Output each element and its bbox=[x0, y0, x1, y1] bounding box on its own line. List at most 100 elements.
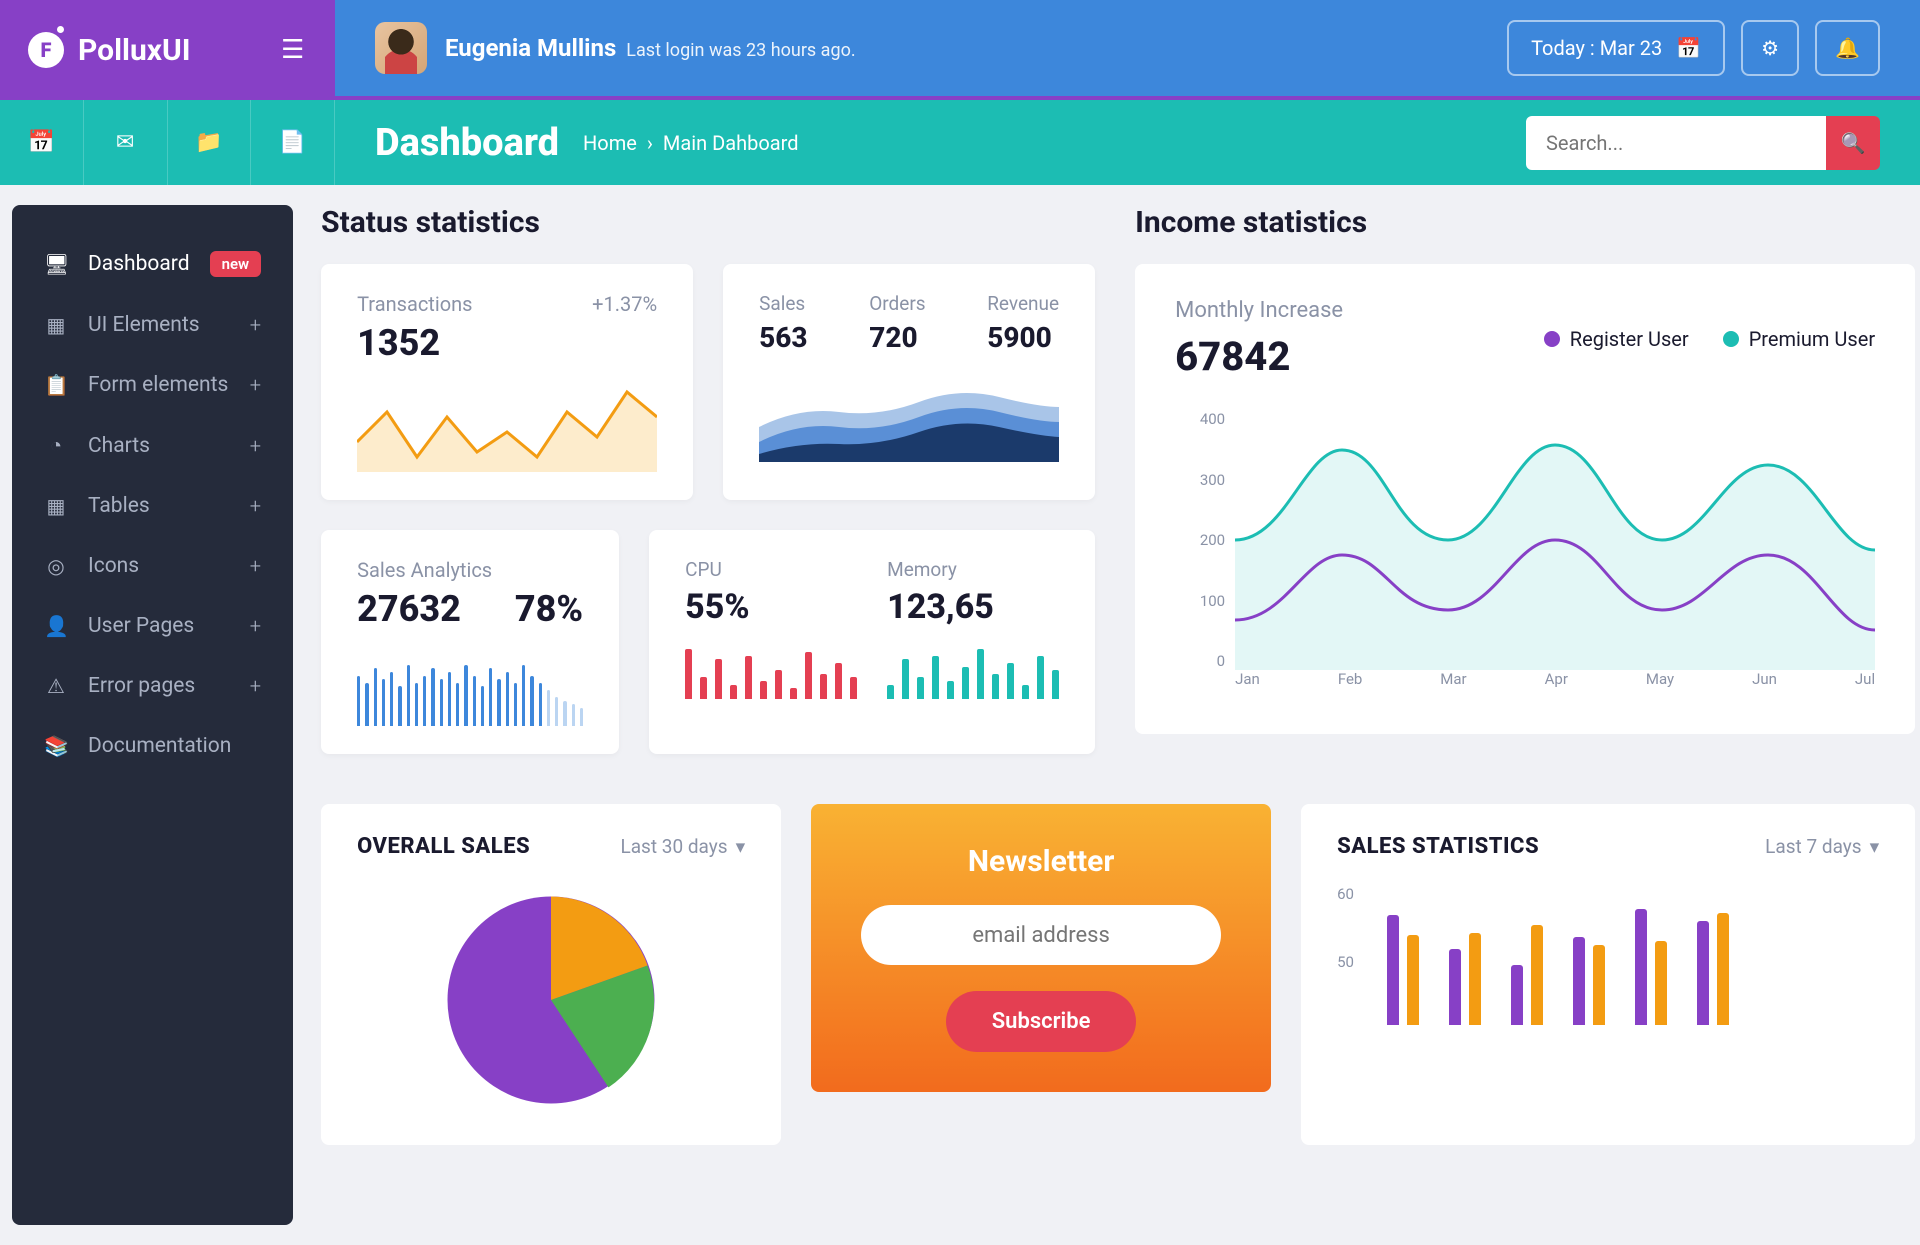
new-badge: new bbox=[210, 251, 262, 277]
income-title: Monthly Increase bbox=[1175, 298, 1343, 323]
status-section-title: Status statistics bbox=[321, 205, 1095, 240]
piechart-icon: ◔ bbox=[44, 433, 68, 458]
pie-chart bbox=[357, 885, 745, 1115]
sidebar-item-dashboard[interactable]: 🖥 Dashboard new bbox=[12, 233, 293, 295]
dot-icon bbox=[1544, 331, 1560, 347]
breadcrumb-home[interactable]: Home bbox=[583, 131, 637, 155]
transactions-sparkline bbox=[357, 382, 657, 472]
sidebar-item-icons[interactable]: ◎ Icons + bbox=[12, 536, 293, 596]
sidebar-item-label: Tables bbox=[88, 494, 230, 518]
sidebar-item-error-pages[interactable]: ⚠Error pages+ bbox=[12, 656, 293, 716]
overall-sales-panel: OVERALL SALES Last 30 days▾ bbox=[321, 804, 781, 1145]
search-input[interactable] bbox=[1526, 116, 1826, 170]
newsletter-title: Newsletter bbox=[861, 844, 1221, 879]
card-label: Memory bbox=[887, 558, 1059, 581]
stats-bars bbox=[1387, 885, 1879, 1025]
search-button[interactable]: 🔍 bbox=[1826, 116, 1880, 170]
card-label: Sales bbox=[759, 292, 807, 315]
plus-icon: + bbox=[250, 554, 261, 578]
user-plus-icon: 👤 bbox=[44, 614, 68, 638]
sidebar-item-user-pages[interactable]: 👤User Pages+ bbox=[12, 596, 293, 656]
income-card: Monthly Increase 67842 Register User Pre… bbox=[1135, 264, 1915, 734]
income-linechart: 400 300 200 100 0 JanFebMarAprMay bbox=[1175, 410, 1875, 700]
card-label: Transactions bbox=[357, 292, 472, 316]
stacked-area-chart bbox=[759, 372, 1059, 462]
brand-name: PolluxUI bbox=[78, 33, 191, 68]
grid-icon: ▦ bbox=[44, 494, 68, 518]
sidebar-item-label: UI Elements bbox=[88, 313, 230, 337]
plus-icon: + bbox=[250, 494, 261, 518]
panel-title: SALES STATISTICS bbox=[1337, 834, 1539, 859]
quick-tools: 📅 ✉ 📁 📄 bbox=[0, 100, 335, 185]
list-icon: ▦ bbox=[44, 313, 68, 337]
card-label: CPU bbox=[685, 558, 857, 581]
sales-orders-revenue-card: Sales563 Orders720 Revenue5900 bbox=[723, 264, 1095, 500]
sidebar-item-label: Documentation bbox=[88, 734, 261, 758]
target-icon: ◎ bbox=[44, 554, 68, 578]
toolbar-main: Dashboard Home › Main Dahboard 🔍 bbox=[335, 100, 1920, 185]
sales-analytics-card: Sales Analytics 27632 78% bbox=[321, 530, 619, 754]
user-area[interactable]: Eugenia Mullins Last login was 23 hours … bbox=[375, 22, 856, 74]
cpu-bars bbox=[685, 627, 857, 699]
notifications-button[interactable]: 🔔 bbox=[1815, 20, 1880, 76]
page-title: Dashboard bbox=[375, 121, 559, 165]
menu-toggle-icon[interactable]: ☰ bbox=[281, 35, 307, 65]
subscribe-button[interactable]: Subscribe bbox=[946, 991, 1137, 1052]
breadcrumb-current: Main Dahboard bbox=[663, 131, 799, 155]
calendar-icon: 📅 bbox=[1676, 36, 1701, 60]
card-label: Revenue bbox=[987, 292, 1059, 315]
user-name: Eugenia Mullins bbox=[445, 34, 616, 62]
user-text: Eugenia Mullins Last login was 23 hours … bbox=[445, 34, 856, 62]
header-actions: Today : Mar 23 📅 ⚙ 🔔 bbox=[1507, 20, 1880, 76]
chevron-down-icon: ▾ bbox=[736, 835, 746, 858]
range-dropdown[interactable]: Last 30 days▾ bbox=[620, 835, 745, 858]
tool-calendar-icon[interactable]: 📅 bbox=[0, 100, 84, 185]
sidebar-item-tables[interactable]: ▦ Tables + bbox=[12, 476, 293, 536]
y-axis: 400 300 200 100 0 bbox=[1175, 410, 1225, 670]
newsletter-panel: Newsletter Subscribe bbox=[811, 804, 1271, 1145]
plus-icon: + bbox=[250, 434, 261, 458]
search-icon: 🔍 bbox=[1841, 131, 1866, 155]
sidebar-item-form-elements[interactable]: 📋 Form elements + bbox=[12, 355, 293, 415]
card-value: 563 bbox=[759, 321, 807, 354]
card-value: 27632 bbox=[357, 588, 461, 630]
card-pct: +1.37% bbox=[592, 292, 657, 316]
tool-folder-icon[interactable]: 📁 bbox=[168, 100, 252, 185]
card-label: Orders bbox=[869, 292, 925, 315]
cpu-memory-card: CPU 55% Memory 123,65 bbox=[649, 530, 1095, 754]
card-value: 55% bbox=[685, 587, 857, 627]
sidebar-item-label: User Pages bbox=[88, 614, 230, 638]
settings-button[interactable]: ⚙ bbox=[1741, 20, 1799, 76]
sidebar-item-documentation[interactable]: 📚 Documentation bbox=[12, 716, 293, 776]
content: Status statistics Transactions +1.37% 13… bbox=[321, 205, 1915, 1225]
sidebar-item-label: Charts bbox=[88, 434, 230, 458]
dot-icon bbox=[1723, 331, 1739, 347]
plus-icon: + bbox=[250, 373, 261, 397]
sidebar-item-ui-elements[interactable]: ▦UI Elements+ bbox=[12, 295, 293, 355]
transactions-card: Transactions +1.37% 1352 bbox=[321, 264, 693, 500]
monitor-icon: 🖥 bbox=[44, 252, 68, 276]
brand-logo[interactable]: PolluxUI bbox=[28, 32, 191, 68]
tool-doc-icon[interactable]: 📄 bbox=[251, 100, 335, 185]
newsletter-email-input[interactable] bbox=[861, 905, 1221, 965]
income-section-title: Income statistics bbox=[1135, 205, 1915, 240]
sidebar-item-label: Error pages bbox=[88, 674, 230, 698]
logo-area: PolluxUI ☰ bbox=[0, 0, 335, 100]
today-button[interactable]: Today : Mar 23 📅 bbox=[1507, 20, 1725, 76]
tool-mail-icon[interactable]: ✉ bbox=[84, 100, 168, 185]
gear-icon: ⚙ bbox=[1761, 36, 1779, 60]
logo-icon bbox=[28, 32, 64, 68]
legend-premium-user: Premium User bbox=[1723, 327, 1875, 351]
chevron-down-icon: ▾ bbox=[1870, 835, 1880, 858]
clipboard-icon: 📋 bbox=[44, 373, 68, 397]
range-dropdown[interactable]: Last 7 days▾ bbox=[1765, 835, 1879, 858]
today-label: Today : Mar 23 bbox=[1531, 36, 1662, 60]
sidebar-item-label: Icons bbox=[88, 554, 230, 578]
card-label: Sales Analytics bbox=[357, 558, 583, 582]
user-last-login: Last login was 23 hours ago. bbox=[626, 40, 855, 61]
sidebar-item-label: Form elements bbox=[88, 373, 230, 397]
book-icon: 📚 bbox=[44, 734, 68, 758]
sidebar: 🖥 Dashboard new ▦ UI Elements + 📋 Form elem… bbox=[12, 205, 293, 1225]
sidebar-item-charts[interactable]: ◔ Charts + bbox=[12, 415, 293, 476]
legend-register-user: Register User bbox=[1544, 327, 1689, 351]
